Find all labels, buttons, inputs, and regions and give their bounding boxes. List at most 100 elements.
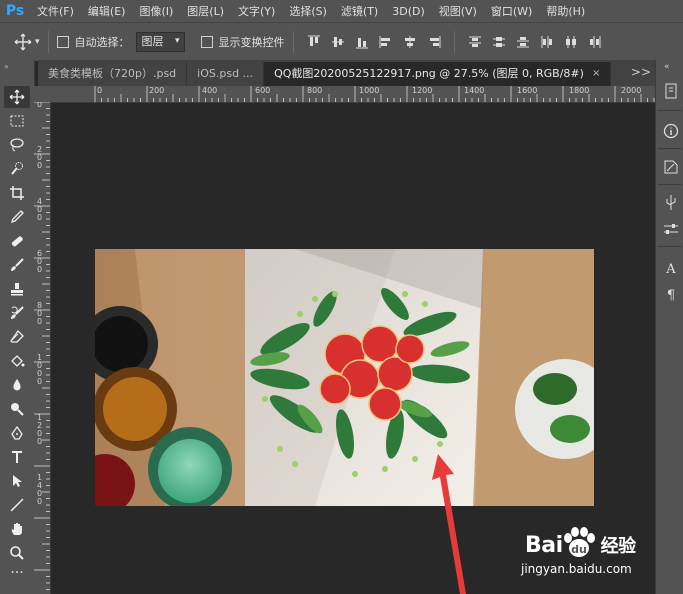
distribute-left-icon[interactable] [540,35,554,49]
blur-tool[interactable] [4,374,30,396]
stamp-icon [11,283,23,296]
align-left-icon[interactable] [379,35,393,49]
options-bar: ▾ 自动选择： 图层 ▾ 显示变换控件 [0,22,683,61]
distribute-hcenter-icon[interactable] [564,35,578,49]
path-select-tool[interactable] [4,470,30,492]
line-tool[interactable] [4,494,30,516]
quick-select-tool[interactable] [4,158,30,180]
divider [292,31,294,53]
properties-icon[interactable] [662,158,680,176]
eraser-tool[interactable] [4,326,30,348]
collapse-icon[interactable]: » [4,62,9,71]
auto-select-dropdown[interactable]: 图层 ▾ [135,32,185,52]
hand-tool[interactable] [4,518,30,540]
marquee-tool[interactable] [4,110,30,132]
tab-label: 美食类模板（720p）.psd [48,67,177,80]
chevron-down-icon: ▾ [175,36,180,46]
ruler-label: 1000 [359,86,380,95]
type-tool[interactable] [4,446,30,468]
tools-panel: » ··· [0,60,35,594]
ruler-label: 1 4 0 0 [37,473,43,506]
auto-select-checkbox[interactable]: 自动选择： [56,34,130,50]
close-icon[interactable]: × [592,62,600,86]
history-icon[interactable] [662,82,680,100]
photoshop-logo[interactable]: Ps [0,0,30,22]
watermark: du Bai 经验 jingyan.baidu.com [515,527,675,588]
menu-window[interactable]: 窗口(W) [484,3,539,19]
divider [658,184,682,185]
paragraph-icon[interactable]: ¶ [662,286,680,304]
more-tools[interactable]: ··· [4,566,30,580]
menu-filter[interactable]: 滤镜(T) [334,3,385,19]
ruler-label: 8 0 0 [37,301,43,326]
show-transform-checkbox[interactable]: 显示变换控件 [200,34,285,50]
stamp-tool[interactable] [4,278,30,300]
healing-tool[interactable] [4,230,30,252]
eyedropper-tool[interactable] [4,206,30,228]
menu-type[interactable]: 文字(Y) [231,3,282,19]
history-brush-icon [11,306,24,319]
adjustments-icon[interactable] [662,220,680,238]
move-tool[interactable] [4,86,30,108]
move-icon [14,33,32,51]
usb-icon[interactable] [662,194,680,212]
tab-document-3[interactable]: QQ截图20200525122917.png @ 27.5% (图层 0, RG… [264,62,612,86]
move-tool-preset[interactable]: ▾ [14,33,40,51]
divider [658,148,682,149]
align-bottom-icon[interactable] [355,35,369,49]
info-icon[interactable] [662,122,680,140]
history-brush-tool[interactable] [4,302,30,324]
align-top-icon[interactable] [307,35,321,49]
ruler-label: 400 [202,86,218,95]
ruler-corner [34,86,51,103]
ruler-label: 2000 [621,86,642,95]
menu-image[interactable]: 图像(I) [132,3,180,19]
character-icon[interactable]: A [662,260,680,278]
tab-overflow-button[interactable]: >> [631,60,651,86]
paint-bucket-tool[interactable] [4,350,30,372]
divider [453,31,455,53]
ruler-label: 1600 [517,86,538,95]
menu-3d[interactable]: 3D(D) [385,5,432,18]
menu-file[interactable]: 文件(F) [30,3,81,19]
hand-icon [11,523,22,535]
ruler-label: 0 [97,86,103,95]
menu-select[interactable]: 选择(S) [282,3,334,19]
menu-edit[interactable]: 编辑(E) [81,3,133,19]
ruler-ticks [94,86,655,102]
distribute-bottom-icon[interactable] [516,35,530,49]
document-image[interactable] [95,249,594,506]
menu-layer[interactable]: 图层(L) [180,3,231,19]
blur-icon [13,379,21,391]
expand-panels-icon[interactable]: « [664,62,670,72]
right-panel-dock: « A ¶ [655,60,683,594]
dodge-tool[interactable] [4,398,30,420]
healing-icon [11,236,23,247]
align-right-icon[interactable] [427,35,441,49]
crop-tool[interactable] [4,182,30,204]
ruler-label: 6 0 0 [37,249,43,274]
align-hcenter-icon[interactable] [403,35,417,49]
distribute-right-icon[interactable] [588,35,602,49]
zoom-tool[interactable] [4,542,30,564]
tab-document-1[interactable]: 美食类模板（720p）.psd [38,62,188,86]
paint-bucket-icon [11,355,25,367]
lasso-tool[interactable] [4,134,30,156]
brush-tool[interactable] [4,254,30,276]
tab-document-2[interactable]: iOS.psd ... [187,62,265,86]
distribute-vcenter-icon[interactable] [492,35,506,49]
ruler-horizontal[interactable]: 0 200 400 600 800 1000 1200 1400 1600 18… [50,86,655,103]
menu-view[interactable]: 视图(V) [432,3,484,19]
distribute-top-icon[interactable] [468,35,482,49]
auto-select-value: 图层 [141,35,164,48]
watermark-brand-cn: 经验 [600,536,637,557]
pen-tool[interactable] [4,422,30,444]
dodge-icon [11,403,24,416]
pen-icon [11,425,23,440]
move-icon [9,89,25,105]
divider [658,110,682,111]
ruler-vertical[interactable]: 0 2 0 0 4 0 0 6 0 0 8 0 0 1 0 0 0 1 2 0 … [34,102,51,594]
align-vcenter-icon[interactable] [331,35,345,49]
ruler-label: 2 0 0 [37,145,43,170]
menu-help[interactable]: 帮助(H) [539,3,592,19]
